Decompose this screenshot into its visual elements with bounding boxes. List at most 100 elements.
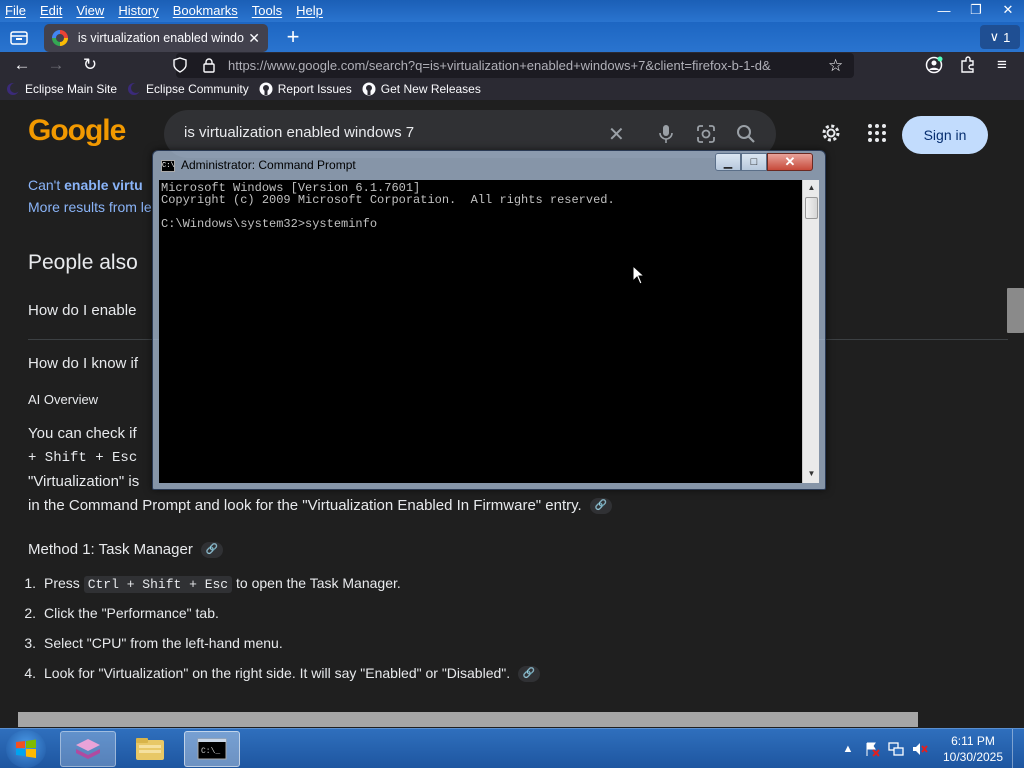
bookmark-report-issues[interactable]: Report Issues: [259, 82, 352, 96]
command-prompt-window[interactable]: C:\ Administrator: Command Prompt ▁ □ ✕ …: [152, 150, 826, 490]
volume-muted-icon[interactable]: [912, 741, 928, 757]
back-icon[interactable]: ←: [10, 53, 34, 77]
tab-list-icon[interactable]: [6, 26, 32, 50]
chevron-down-icon: ∨: [989, 29, 1000, 44]
sign-in-button[interactable]: Sign in: [902, 116, 988, 154]
taskbar-command-prompt-icon[interactable]: C:\_: [184, 731, 240, 767]
search-icon[interactable]: [736, 124, 756, 144]
tab-count-label: 1: [1003, 29, 1011, 45]
page-scroll-thumb[interactable]: [1007, 288, 1024, 333]
menu-file[interactable]: File: [0, 0, 33, 22]
result-snippet-link[interactable]: Can't enable virtu: [28, 177, 143, 193]
reload-icon[interactable]: ↻: [78, 53, 102, 77]
close-icon[interactable]: ✕: [992, 0, 1024, 20]
link-icon[interactable]: 🔗: [589, 498, 612, 515]
instruction-text: in the Command Prompt and look for the "…: [28, 497, 582, 514]
list-number: 4.: [24, 665, 36, 681]
google-doodle-logo[interactable]: Google: [28, 114, 126, 148]
settings-gear-icon[interactable]: [820, 122, 842, 144]
page-horizontal-scroll-thumb[interactable]: [18, 712, 918, 727]
url-text[interactable]: https://www.google.com/search?q=is+virtu…: [228, 58, 820, 73]
tab-strip: is virtualization enabled window ✕ + ∨ 1: [0, 22, 1024, 52]
bookmark-eclipse-community[interactable]: Eclipse Community: [127, 82, 249, 96]
eclipse-icon: [6, 82, 20, 96]
command-prompt-instruction: in the Command Prompt and look for the "…: [28, 497, 612, 515]
github-icon: [362, 82, 376, 96]
method-1-heading: Method 1: Task Manager 🔗: [28, 541, 223, 559]
tab-count-button[interactable]: ∨ 1: [980, 25, 1020, 49]
url-bar[interactable]: https://www.google.com/search?q=is+virtu…: [173, 53, 854, 78]
cmd-maximize-button[interactable]: □: [741, 153, 767, 171]
step-text: Press: [44, 575, 84, 591]
shortcut-text: + Shift + Esc: [28, 450, 138, 466]
step-text: Click the "Performance" tab.: [44, 605, 219, 621]
show-desktop-button[interactable]: [1012, 729, 1024, 768]
link-icon[interactable]: 🔗: [518, 666, 541, 683]
list-item: 3. Select "CPU" from the left-hand menu.: [8, 635, 282, 651]
extensions-icon[interactable]: [956, 53, 980, 77]
list-item: 4. Look for "Virtualization" on the right…: [8, 665, 541, 683]
tab-google-search[interactable]: is virtualization enabled window ✕: [44, 24, 268, 52]
menu-bar: File Edit View History Bookmarks Tools H…: [0, 0, 1024, 22]
cmd-title-bar[interactable]: C:\ Administrator: Command Prompt ▁ □ ✕: [153, 151, 825, 179]
account-icon[interactable]: [922, 53, 946, 77]
cmd-console-output[interactable]: Microsoft Windows [Version 6.1.7601] Copy…: [159, 180, 802, 483]
cmd-scroll-thumb[interactable]: [805, 197, 818, 219]
search-input[interactable]: is virtualization enabled windows 7: [184, 124, 414, 141]
bookmark-label: Report Issues: [277, 82, 352, 96]
google-lens-icon[interactable]: [696, 124, 716, 144]
menu-help[interactable]: Help: [289, 0, 330, 22]
github-icon: [259, 82, 273, 96]
menu-edit[interactable]: Edit: [33, 0, 69, 22]
action-center-flag-icon[interactable]: [864, 741, 880, 757]
microphone-icon[interactable]: [658, 124, 674, 144]
cmd-scrollbar[interactable]: ▲ ▼: [802, 180, 819, 483]
restore-icon[interactable]: ❐: [960, 0, 992, 20]
network-icon[interactable]: [888, 741, 904, 757]
bookmark-eclipse-main[interactable]: Eclipse Main Site: [6, 82, 117, 96]
virtualization-text: "Virtualization" is: [28, 473, 140, 490]
system-tray: ▲: [840, 729, 928, 768]
cmd-minimize-button[interactable]: ▁: [715, 153, 741, 171]
paa-question-1[interactable]: How do I enable: [28, 302, 136, 319]
show-hidden-icons-icon[interactable]: ▲: [840, 741, 856, 757]
window-controls: — ❐ ✕: [928, 0, 1024, 20]
scroll-up-arrow-icon[interactable]: ▲: [803, 180, 820, 196]
taskbar-clock[interactable]: 6:11 PM 10/30/2025: [940, 733, 1006, 765]
menu-tools[interactable]: Tools: [245, 0, 289, 22]
tab-close-icon[interactable]: ✕: [248, 30, 260, 47]
step-text: Look for "Virtualization" on the right s…: [44, 665, 511, 681]
keyboard-shortcut: Ctrl + Shift + Esc: [83, 576, 233, 593]
list-number: 2.: [24, 605, 36, 621]
more-results-link[interactable]: More results from le: [28, 199, 152, 215]
menu-history[interactable]: History: [111, 0, 165, 22]
bookmark-get-new-releases[interactable]: Get New Releases: [362, 82, 481, 96]
cmd-window-icon: C:\: [161, 160, 175, 172]
cmd-close-button[interactable]: ✕: [767, 153, 813, 171]
start-button[interactable]: [6, 730, 46, 768]
minimize-icon[interactable]: —: [928, 0, 960, 20]
forward-icon[interactable]: →: [44, 53, 68, 77]
taskbar-vmware-app-icon[interactable]: [60, 731, 116, 767]
paa-question-2[interactable]: How do I know if: [28, 355, 138, 372]
google-apps-icon[interactable]: [866, 122, 888, 144]
hamburger-menu-icon[interactable]: ≡: [990, 53, 1014, 77]
step-text: to open the Task Manager.: [232, 575, 401, 591]
menu-bookmarks[interactable]: Bookmarks: [166, 0, 245, 22]
browser-chrome: File Edit View History Bookmarks Tools H…: [0, 0, 1024, 100]
menu-view[interactable]: View: [69, 0, 111, 22]
bookmark-label: Get New Releases: [380, 82, 481, 96]
console-prompt-line: C:\Windows\system32>systeminfo: [161, 217, 378, 231]
cmd-title: Administrator: Command Prompt: [181, 158, 356, 172]
clock-time: 6:11 PM: [951, 734, 995, 748]
shield-icon[interactable]: [172, 57, 188, 73]
link-icon[interactable]: 🔗: [200, 542, 223, 559]
scroll-down-arrow-icon[interactable]: ▼: [803, 466, 820, 482]
new-tab-icon[interactable]: +: [280, 26, 306, 50]
lock-icon[interactable]: [202, 57, 216, 73]
ai-overview-label: AI Overview: [28, 392, 99, 407]
page-vertical-scrollbar[interactable]: [1008, 100, 1024, 710]
taskbar-file-explorer-icon[interactable]: [122, 731, 178, 767]
clear-search-icon[interactable]: ✕: [608, 122, 625, 147]
bookmark-star-icon[interactable]: ☆: [828, 56, 843, 76]
